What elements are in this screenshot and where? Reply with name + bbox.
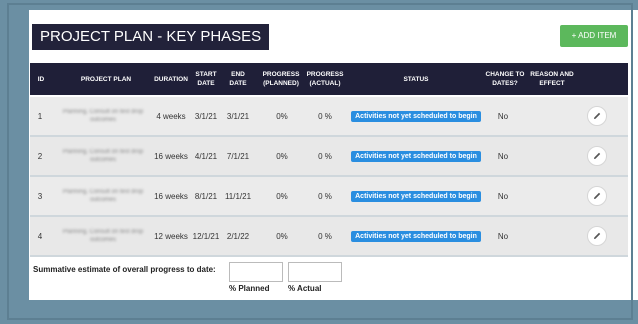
row-progress-actual: 0 % — [318, 231, 332, 241]
table-row: 1 Planning, Consult on test drop outcome… — [30, 97, 628, 137]
row-start-date: 4/1/21 — [194, 151, 218, 161]
row-status: Activities not yet scheduled to begin — [348, 217, 484, 255]
header-progress-planned: PROGRESS (PLANNED) — [262, 71, 300, 87]
header-reason-and-effect: REASON AND EFFECT — [530, 71, 574, 87]
header-project-plan: PROJECT PLAN — [80, 75, 132, 83]
actual-progress-input[interactable] — [288, 262, 342, 282]
table-row: 3 Planning, Consult on test drop outcome… — [30, 177, 628, 217]
status-badge: Activities not yet scheduled to begin — [351, 190, 481, 202]
row-duration: 4 weeks — [156, 111, 186, 121]
row-change-to-dates: No — [497, 111, 509, 121]
row-start-date: 12/1/21 — [192, 231, 220, 241]
row-status: Activities not yet scheduled to begin — [348, 97, 484, 135]
row-start-date: 3/1/21 — [194, 111, 218, 121]
edit-button[interactable] — [587, 186, 607, 206]
row-progress-planned: 0% — [276, 111, 288, 121]
add-item-button[interactable]: + ADD ITEM — [560, 25, 628, 47]
edit-button[interactable] — [587, 106, 607, 126]
row-progress-actual: 0 % — [318, 111, 332, 121]
row-project-plan: Planning, Consult on test drop outcomes — [62, 149, 144, 163]
row-project-plan: Planning, Consult on test drop outcomes — [62, 229, 144, 243]
row-duration: 16 weeks — [154, 191, 188, 201]
status-badge: Activities not yet scheduled to begin — [351, 150, 481, 162]
row-change-to-dates: No — [497, 231, 509, 241]
row-id: 3 — [37, 191, 43, 201]
row-end-date: 7/1/21 — [226, 151, 250, 161]
row-edit-cell — [585, 217, 609, 255]
row-status: Activities not yet scheduled to begin — [348, 137, 484, 175]
row-start-date: 8/1/21 — [194, 191, 218, 201]
table-header: ID PROJECT PLAN DURATION START DATE END … — [30, 63, 628, 95]
pencil-icon — [594, 192, 601, 199]
header-duration: DURATION — [154, 75, 188, 83]
edit-button[interactable] — [587, 146, 607, 166]
row-project-plan: Planning, Consult on test drop outcomes — [62, 109, 144, 123]
header-start-date: START DATE — [195, 71, 217, 87]
table-row: 2 Planning, Consult on test drop outcome… — [30, 137, 628, 177]
row-progress-actual: 0 % — [318, 191, 332, 201]
row-duration: 12 weeks — [154, 231, 188, 241]
row-change-to-dates: No — [497, 191, 509, 201]
pencil-icon — [594, 112, 601, 119]
actual-progress-label: % Actual — [288, 284, 322, 293]
row-progress-planned: 0% — [276, 191, 288, 201]
header-status: STATUS — [403, 75, 429, 83]
pencil-icon — [594, 232, 601, 239]
row-status: Activities not yet scheduled to begin — [348, 177, 484, 215]
row-project-plan: Planning, Consult on test drop outcomes — [62, 189, 144, 203]
edit-button[interactable] — [587, 226, 607, 246]
row-id: 4 — [37, 231, 43, 241]
row-edit-cell — [585, 177, 609, 215]
row-progress-actual: 0 % — [318, 151, 332, 161]
row-end-date: 11/1/21 — [224, 191, 252, 201]
summary-label: Summative estimate of overall progress t… — [33, 265, 216, 274]
row-edit-cell — [585, 97, 609, 135]
row-id: 2 — [37, 151, 43, 161]
pencil-icon — [594, 152, 601, 159]
row-progress-planned: 0% — [276, 151, 288, 161]
row-change-to-dates: No — [497, 151, 509, 161]
header-id: ID — [37, 75, 45, 83]
page-title: PROJECT PLAN - KEY PHASES — [32, 24, 270, 50]
row-duration: 16 weeks — [154, 151, 188, 161]
header-end-date: END DATE — [229, 71, 247, 87]
row-id: 1 — [37, 111, 43, 121]
planned-progress-input[interactable] — [229, 262, 283, 282]
status-badge: Activities not yet scheduled to begin — [351, 230, 481, 242]
row-progress-planned: 0% — [276, 231, 288, 241]
row-edit-cell — [585, 137, 609, 175]
planned-progress-label: % Planned — [229, 284, 270, 293]
status-badge: Activities not yet scheduled to begin — [351, 110, 481, 122]
row-end-date: 2/1/22 — [226, 231, 250, 241]
row-end-date: 3/1/21 — [226, 111, 250, 121]
header-change-to-dates: CHANGE TO DATES? — [485, 71, 525, 87]
table-row: 4 Planning, Consult on test drop outcome… — [30, 217, 628, 257]
header-progress-actual: PROGRESS (ACTUAL) — [306, 71, 344, 87]
